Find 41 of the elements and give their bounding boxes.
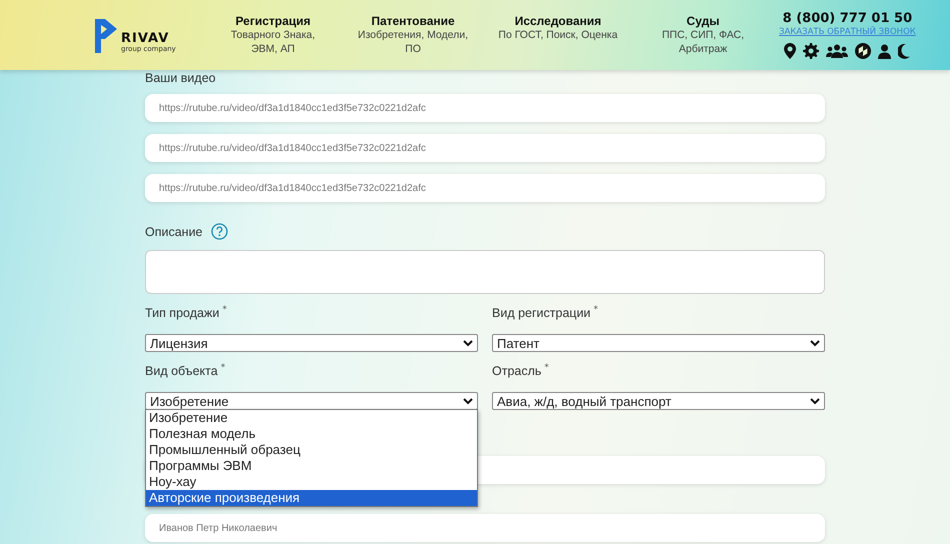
dropdown-option[interactable]: Авторские произведения [146,490,477,506]
field-label: Вид объекта [145,364,218,378]
nav-link[interactable]: Регистрация Товарного Знака, ЭВМ, АП [203,14,343,56]
users-icon[interactable] [826,44,848,58]
description-field[interactable] [145,250,825,294]
nav-link[interactable]: Патентование Изобретения, Модели, ПО [343,14,483,56]
field-label: Тип продажи [145,306,220,320]
settings-icon[interactable] [803,43,820,59]
dropdown-option[interactable]: Изобретение [146,410,477,426]
dropdown-option[interactable]: Ноу-хау [146,474,477,490]
dropdown-option[interactable]: Программы ЭВМ [146,458,477,474]
moon-icon[interactable] [898,44,910,58]
caret-icon [463,398,473,404]
dropdown-option[interactable]: Промышленный образец [146,442,477,458]
required-mark: * [594,306,598,315]
field-label: Вид регистрации [492,306,591,320]
location-pin-icon[interactable] [784,43,796,59]
required-mark: * [222,306,227,315]
video-url-field[interactable]: https://rutube.ru/video/df3a1d1840cc1ed3f5e732c0221d2afc [145,134,825,162]
caret-icon [810,340,820,346]
field-label: Описание [145,224,203,238]
required-mark: * [220,364,226,373]
dropdown-option[interactable]: Полезная модель [146,426,477,442]
person-icon[interactable] [878,44,892,58]
dropdown-select[interactable]: Изобретение [145,392,478,410]
field-label: Ваши видео [145,70,217,87]
help-icon[interactable] [210,223,228,240]
nav-link[interactable]: Суды ППС, СИП, ФАС, Арбитраж [633,14,773,56]
video-url-field[interactable]: https://rutube.ru/video/df3a1d1840cc1ed3f5e732c0221d2afc [145,94,825,122]
phone-number: 8 (800) 777 01 50 [782,11,912,26]
dropdown-select[interactable]: Лицензия [145,334,478,352]
video-url-field[interactable]: https://rutube.ru/video/df3a1d1840cc1ed3f5e732c0221d2afc [145,174,825,202]
name-field[interactable]: Иванов Петр Николаевич [145,514,825,542]
aperture-icon[interactable] [855,43,872,59]
dropdown-select[interactable]: Патент [492,334,825,352]
nav-link[interactable]: Исследования По ГОСТ, Поиск, Оценка [483,14,633,56]
caret-icon [463,340,473,346]
dropdown-select[interactable]: Авиа, ж/д, водный транспорт [492,392,825,410]
caret-icon [810,398,820,404]
required-mark: * [544,364,549,373]
field-label: Отрасль [492,364,542,378]
